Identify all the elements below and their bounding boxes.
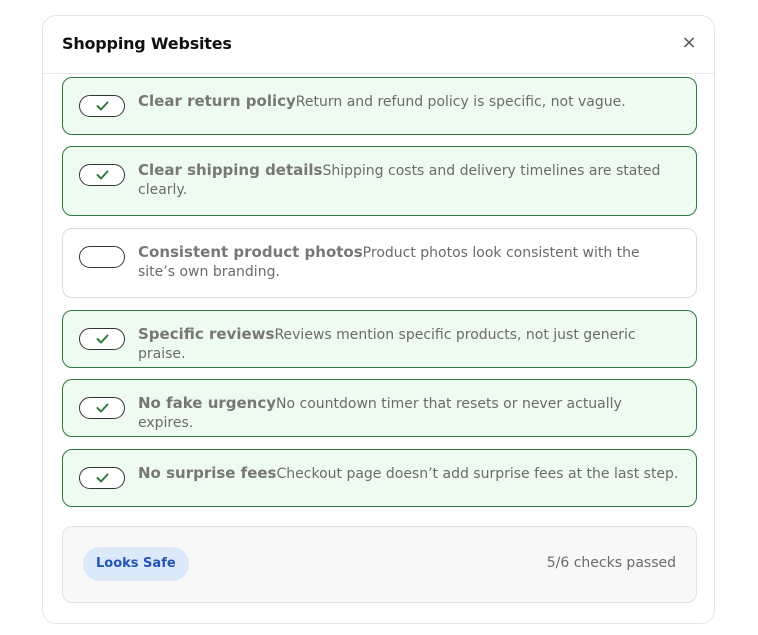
check-item-text: Clear return policyReturn and refund pol… [138, 92, 680, 112]
check-item-text: Specific reviewsReviews mention specific… [138, 325, 680, 364]
check-item-specific-reviews: Specific reviewsReviews mention specific… [62, 310, 697, 368]
check-item-return-policy: Clear return policyReturn and refund pol… [62, 77, 697, 135]
check-item-title: Clear return policy [138, 92, 296, 110]
check-toggle[interactable] [79, 246, 125, 268]
check-item-text: No surprise feesCheckout page doesn’t ad… [138, 464, 680, 484]
check-item-text: Consistent product photosProduct photos … [138, 243, 680, 282]
checkmark-icon [96, 473, 109, 483]
check-toggle[interactable] [79, 397, 125, 419]
check-item-description: Checkout page doesn’t add surprise fees … [276, 466, 679, 482]
check-item-fake-urgency: No fake urgencyNo countdown timer that r… [62, 379, 697, 437]
checks-summary: 5/6 checks passed [546, 555, 676, 571]
checkmark-icon [96, 170, 109, 180]
close-icon: × [681, 32, 697, 53]
checkmark-icon [96, 403, 109, 413]
check-toggle[interactable] [79, 467, 125, 489]
dialog-header: Shopping Websites × [43, 16, 714, 74]
check-item-title: Consistent product photos [138, 243, 363, 261]
check-item-title: Specific reviews [138, 325, 275, 343]
shopping-websites-dialog: Shopping Websites × Clear return policyR… [42, 15, 715, 624]
result-footer: Looks Safe 5/6 checks passed [62, 526, 697, 603]
check-toggle[interactable] [79, 95, 125, 117]
check-toggle[interactable] [79, 164, 125, 186]
check-item-title: No surprise fees [138, 464, 277, 482]
check-item-shipping-details: Clear shipping detailsShipping costs and… [62, 146, 697, 216]
checkmark-icon [96, 334, 109, 344]
check-item-text: Clear shipping detailsShipping costs and… [138, 161, 680, 200]
check-toggle[interactable] [79, 328, 125, 350]
status-badge: Looks Safe [83, 547, 189, 581]
dialog-title: Shopping Websites [62, 34, 232, 53]
check-item-title: Clear shipping details [138, 161, 323, 179]
close-button[interactable]: × [680, 34, 698, 52]
check-item-product-photos: Consistent product photosProduct photos … [62, 228, 697, 298]
checkmark-icon [96, 101, 109, 111]
check-item-text: No fake urgencyNo countdown timer that r… [138, 394, 680, 433]
check-item-surprise-fees: No surprise feesCheckout page doesn’t ad… [62, 449, 697, 507]
check-item-description: Return and refund policy is specific, no… [295, 94, 626, 110]
check-item-title: No fake urgency [138, 394, 277, 412]
